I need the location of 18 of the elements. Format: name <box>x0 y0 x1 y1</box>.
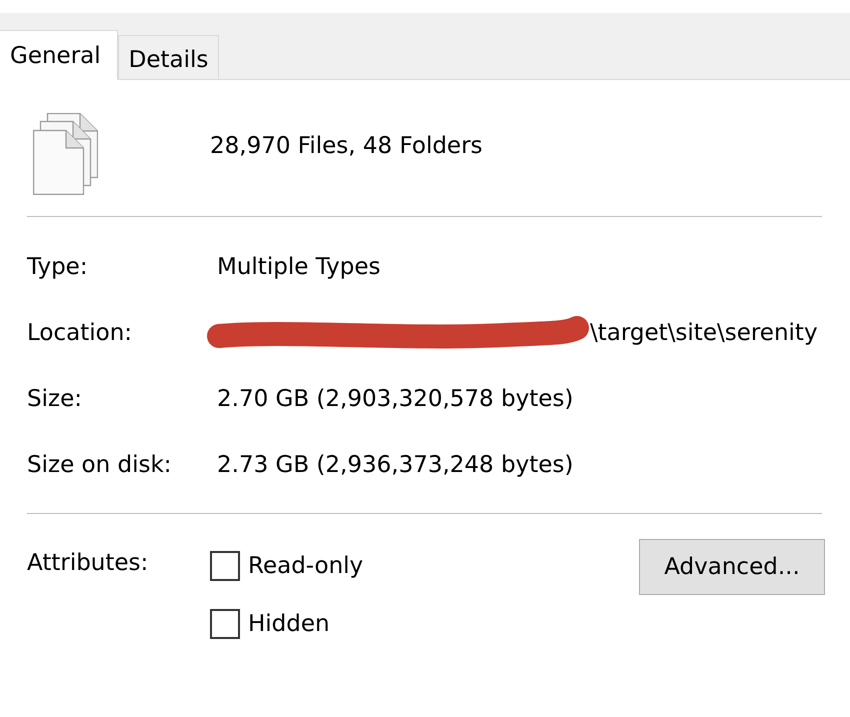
tab[interactable]: Details <box>118 35 220 80</box>
property-value: 2.70 GB (2,903,320,578 bytes) <box>217 385 574 413</box>
property-value: \target\site\serenity <box>590 319 818 347</box>
tab[interactable]: General <box>0 30 118 80</box>
property-label: Size on disk: <box>27 451 173 479</box>
advanced-button[interactable]: Advanced... <box>639 539 825 595</box>
property-label: Type: <box>27 253 89 281</box>
property-label: Size: <box>27 385 83 413</box>
property-value: 2.73 GB (2,936,373,248 bytes) <box>217 451 574 479</box>
attributes-label: Attributes: <box>27 549 150 577</box>
property-value: Multiple Types <box>217 253 380 281</box>
selection-summary: 28,970 Files, 48 Folders <box>210 132 483 160</box>
checkbox[interactable] <box>210 609 240 639</box>
checkbox-label[interactable]: Read-only <box>248 552 364 580</box>
stacked-files-icon <box>33 113 98 195</box>
property-label: Location: <box>27 319 134 347</box>
checkbox[interactable] <box>210 551 240 581</box>
checkbox-label[interactable]: Hidden <box>248 610 330 638</box>
